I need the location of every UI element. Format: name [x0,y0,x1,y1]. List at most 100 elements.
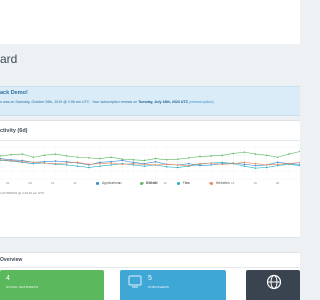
data-point-events[interactable] [143,159,146,162]
data-point-files[interactable] [254,167,257,169]
data-point-websites[interactable] [43,162,46,164]
data-point-events[interactable] [165,159,168,161]
legend-item-files[interactable]: Files [176,179,190,187]
data-point-websites[interactable] [154,164,157,166]
data-point-websites[interactable] [199,162,201,165]
data-point-websites[interactable] [143,163,146,166]
legend-label: Events [146,181,157,185]
data-point-applications[interactable] [54,160,57,162]
data-point-files[interactable] [176,166,179,169]
data-point-events[interactable] [99,157,101,160]
data-point-events[interactable] [188,157,190,159]
data-point-events[interactable] [299,150,300,153]
data-point-websites[interactable] [76,161,79,164]
data-point-events[interactable] [43,154,46,157]
banner-text-prefix: n was on Saturday, October 26th, 2019 @ … [0,100,139,104]
data-point-applications[interactable] [188,162,190,165]
data-point-websites[interactable] [243,161,246,164]
data-point-websites[interactable] [21,160,24,163]
activity-panel: ctivity (6d) 010910111213141516171819208… [0,120,300,238]
data-point-websites[interactable] [165,163,168,166]
data-point-files[interactable] [299,164,300,167]
last-updated: s 07/18/2022 @ 3:10:42 am UTC [0,191,45,195]
legend-label: Applications [102,181,121,185]
data-point-websites[interactable] [65,162,68,164]
data-point-events[interactable] [121,158,124,160]
data-point-applications[interactable] [154,160,157,163]
data-point-websites[interactable] [288,162,290,165]
data-point-websites[interactable] [221,163,224,166]
data-point-applications[interactable] [210,164,212,166]
legend-dot [140,181,144,185]
x-tick-label: 20 [276,181,280,185]
data-point-events[interactable] [76,156,79,159]
legend-item-applications[interactable]: Applications [96,179,120,187]
data-point-events[interactable] [21,153,24,155]
data-point-events[interactable] [276,156,279,159]
data-point-websites[interactable] [99,162,101,165]
globe-card[interactable] [246,270,300,300]
data-point-files[interactable] [76,165,79,167]
data-point-events[interactable] [221,154,224,157]
data-point-files[interactable] [65,164,68,166]
data-point-applications[interactable] [254,164,257,167]
data-point-events[interactable] [243,151,246,153]
subscription-banner: ack Demo! n was on Saturday, October 26t… [0,86,300,116]
data-point-websites[interactable] [32,161,35,164]
data-point-events[interactable] [88,157,90,159]
data-point-applications[interactable] [243,163,246,166]
data-point-websites[interactable] [54,162,57,165]
data-point-websites[interactable] [10,159,12,162]
data-point-websites[interactable] [265,164,268,166]
data-point-events[interactable] [254,153,257,155]
data-point-websites[interactable] [121,163,124,166]
legend-label: Websites [215,181,230,185]
data-point-websites[interactable] [210,162,212,164]
data-point-websites[interactable] [254,162,257,165]
renewal-date: Tuesday, July 18th, 2023 UTC [138,100,189,104]
data-point-files[interactable] [110,164,112,166]
legend-dot [209,181,213,185]
data-point-files[interactable] [99,165,101,167]
data-point-websites[interactable] [276,163,279,166]
data-point-events[interactable] [210,155,212,157]
data-point-events[interactable] [110,156,112,159]
data-point-events[interactable] [132,159,135,161]
data-point-files[interactable] [265,166,268,169]
data-point-files[interactable] [243,165,246,167]
legend-label: Files [182,181,190,185]
chart-legend: Applications Events Files Websites [96,179,250,187]
data-point-events[interactable] [10,153,12,156]
data-point-files[interactable] [221,161,224,164]
data-point-events[interactable] [265,154,268,157]
data-point-websites[interactable] [132,162,135,165]
data-point-events[interactable] [199,155,201,158]
publishers-card[interactable]: 5 PUBLISHERS [120,270,226,300]
data-point-files[interactable] [143,165,146,167]
data-point-events[interactable] [32,156,35,159]
data-point-files[interactable] [88,166,90,169]
x-tick-label: 09 [29,181,33,185]
data-point-events[interactable] [0,155,1,157]
data-point-events[interactable] [288,153,290,155]
publishers-count: 5 [148,275,152,282]
data-point-events[interactable] [65,155,68,157]
data-point-events[interactable] [154,157,157,160]
legend-item-websites[interactable]: Websites [209,179,230,187]
legend-item-events[interactable]: Events [140,179,157,187]
data-point-events[interactable] [176,158,179,160]
data-point-events[interactable] [232,152,235,155]
banner-text: n was on Saturday, October 26th, 2019 @ … [0,100,214,104]
renewal-options-link[interactable]: (renewal options) [189,100,213,104]
data-point-events[interactable] [54,153,57,155]
data-point-applications[interactable] [276,161,279,164]
data-point-websites[interactable] [232,162,235,165]
data-point-websites[interactable] [110,162,112,164]
data-point-files[interactable] [165,166,168,168]
data-point-websites[interactable] [176,164,179,166]
data-point-websites[interactable] [188,164,190,167]
social-networks-card[interactable]: 4 SOCIAL NETWORKS [0,270,104,300]
globe-icon [266,274,282,295]
publishers-label: PUBLISHERS [148,285,170,289]
data-point-websites[interactable] [88,163,90,166]
